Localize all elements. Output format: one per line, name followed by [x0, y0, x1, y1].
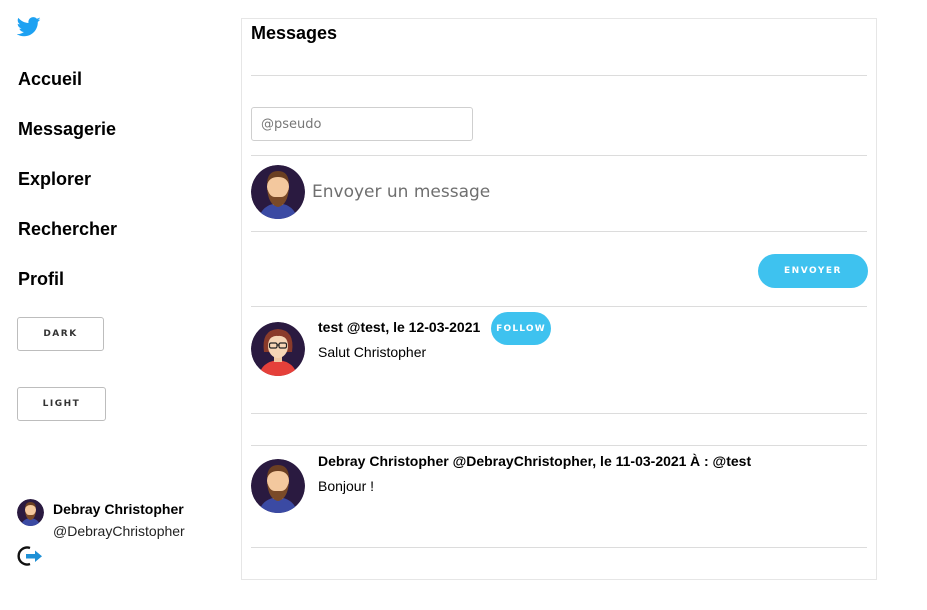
messages-panel: Messages ENVOYER	[241, 18, 877, 580]
avatar	[251, 459, 305, 513]
nav-item-rechercher[interactable]: Rechercher	[18, 219, 117, 240]
recipient-input[interactable]	[251, 107, 473, 141]
message-header: Debray Christopher @DebrayChristopher, l…	[318, 453, 687, 469]
message-compose-input[interactable]	[312, 177, 852, 207]
message-text: Bonjour !	[318, 478, 375, 494]
nav-item-explorer[interactable]: Explorer	[18, 169, 91, 190]
message-header: test @test, le 12-03-2021	[318, 319, 481, 335]
divider	[251, 306, 867, 307]
user-display-name: Debray Christopher	[53, 501, 184, 517]
nav-item-profil[interactable]: Profil	[18, 269, 64, 290]
divider	[251, 413, 867, 414]
send-message-button[interactable]: ENVOYER	[758, 254, 868, 288]
follow-button[interactable]: FOLLOW	[491, 312, 551, 345]
divider	[251, 75, 867, 76]
nav-item-messagerie[interactable]: Messagerie	[18, 119, 116, 140]
light-theme-button[interactable]: LIGHT	[17, 387, 106, 421]
divider	[251, 231, 867, 232]
avatar	[251, 322, 305, 376]
dark-theme-button[interactable]: DARK	[17, 317, 104, 351]
divider	[251, 155, 867, 156]
message-text: Salut Christopher	[318, 344, 427, 360]
page-title: Messages	[251, 23, 338, 43]
twitter-bird-icon[interactable]	[17, 16, 41, 38]
avatar	[17, 499, 44, 526]
message-recipient: À : @test	[690, 453, 752, 469]
nav-item-accueil[interactable]: Accueil	[18, 69, 82, 90]
divider	[251, 547, 867, 548]
divider	[251, 445, 867, 446]
sidebar: Accueil Messagerie Explorer Rechercher P…	[0, 0, 230, 610]
user-handle: @DebrayChristopher	[53, 523, 185, 539]
avatar	[251, 165, 305, 219]
logout-icon[interactable]	[17, 545, 43, 567]
